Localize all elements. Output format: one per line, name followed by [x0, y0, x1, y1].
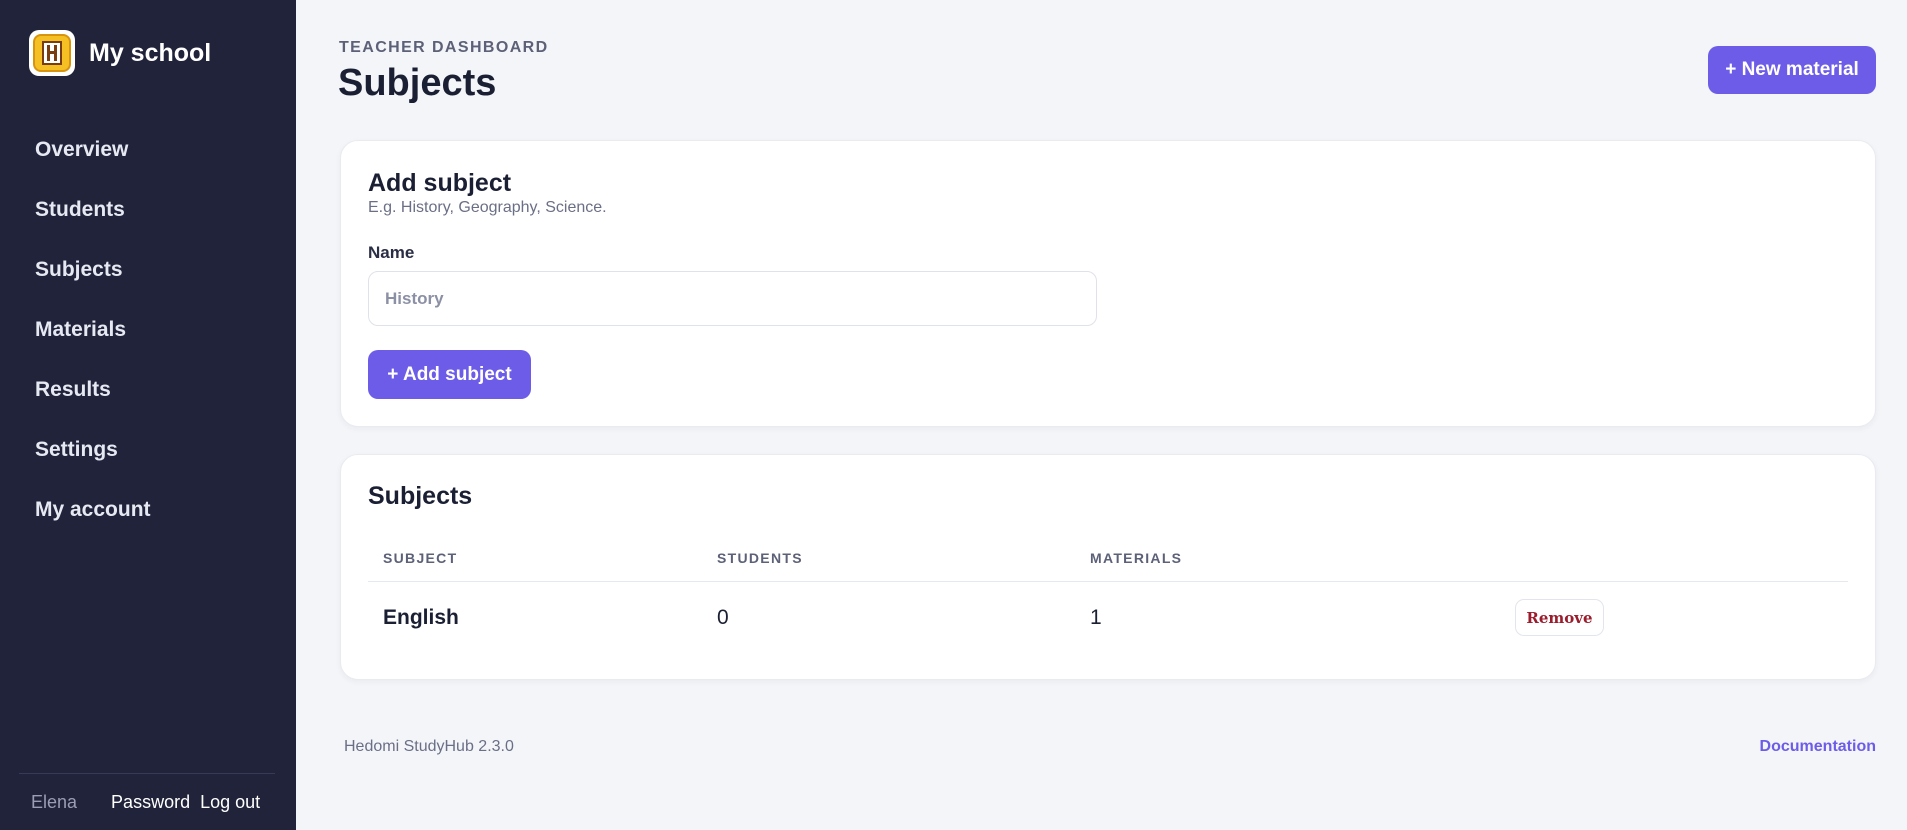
- name-label: Name: [368, 243, 415, 262]
- add-subject-button[interactable]: + Add subject: [368, 350, 531, 399]
- add-subject-card: Add subject E.g. History, Geography, Sci…: [340, 140, 1876, 427]
- cell-subject: English: [383, 606, 459, 629]
- subject-name-input[interactable]: [368, 271, 1097, 326]
- app-footer: Hedomi StudyHub 2.3.0 Documentation: [344, 738, 1876, 758]
- page-title: Subjects: [338, 62, 497, 104]
- sidebar-item-results[interactable]: Results: [0, 360, 296, 420]
- brand[interactable]: My school: [29, 30, 211, 76]
- add-subject-hint: E.g. History, Geography, Science.: [368, 199, 607, 216]
- subjects-card: Subjects SUBJECT STUDENTS MATERIALS Engl…: [340, 454, 1876, 680]
- sidebar-item-materials[interactable]: Materials: [0, 300, 296, 360]
- cell-materials: 1: [1090, 606, 1102, 629]
- documentation-link[interactable]: Documentation: [1760, 738, 1876, 756]
- sidebar-item-overview[interactable]: Overview: [0, 120, 296, 180]
- column-header-materials: MATERIALS: [1090, 550, 1183, 566]
- sidebar-item-settings[interactable]: Settings: [0, 420, 296, 480]
- password-link[interactable]: Password: [111, 792, 190, 813]
- table-header: SUBJECT STUDENTS MATERIALS: [368, 550, 1848, 582]
- brand-name: My school: [89, 38, 212, 67]
- sidebar: My school Overview Students Subjects Mat…: [0, 0, 296, 830]
- sidebar-nav: Overview Students Subjects Materials Res…: [0, 120, 296, 540]
- column-header-students: STUDENTS: [717, 550, 803, 566]
- subjects-table-title: Subjects: [368, 482, 473, 510]
- column-header-subject: SUBJECT: [383, 550, 458, 566]
- main-content: TEACHER DASHBOARD Subjects + New materia…: [296, 0, 1907, 830]
- logout-link[interactable]: Log out: [200, 792, 260, 813]
- app-version: Hedomi StudyHub 2.3.0: [344, 738, 514, 755]
- remove-button[interactable]: Remove: [1515, 599, 1604, 636]
- sidebar-item-subjects[interactable]: Subjects: [0, 240, 296, 300]
- user-name: Elena: [31, 791, 78, 812]
- table-row: English 0 1 Remove: [368, 582, 1848, 653]
- sidebar-item-my-account[interactable]: My account: [0, 480, 296, 540]
- school-logo-icon: [29, 30, 75, 76]
- sidebar-item-students[interactable]: Students: [0, 180, 296, 240]
- page-eyebrow: TEACHER DASHBOARD: [339, 39, 549, 56]
- add-subject-title: Add subject: [368, 169, 512, 197]
- new-material-button[interactable]: + New material: [1708, 46, 1876, 94]
- sidebar-footer: Elena Password Log out: [19, 773, 275, 830]
- cell-students: 0: [717, 606, 729, 629]
